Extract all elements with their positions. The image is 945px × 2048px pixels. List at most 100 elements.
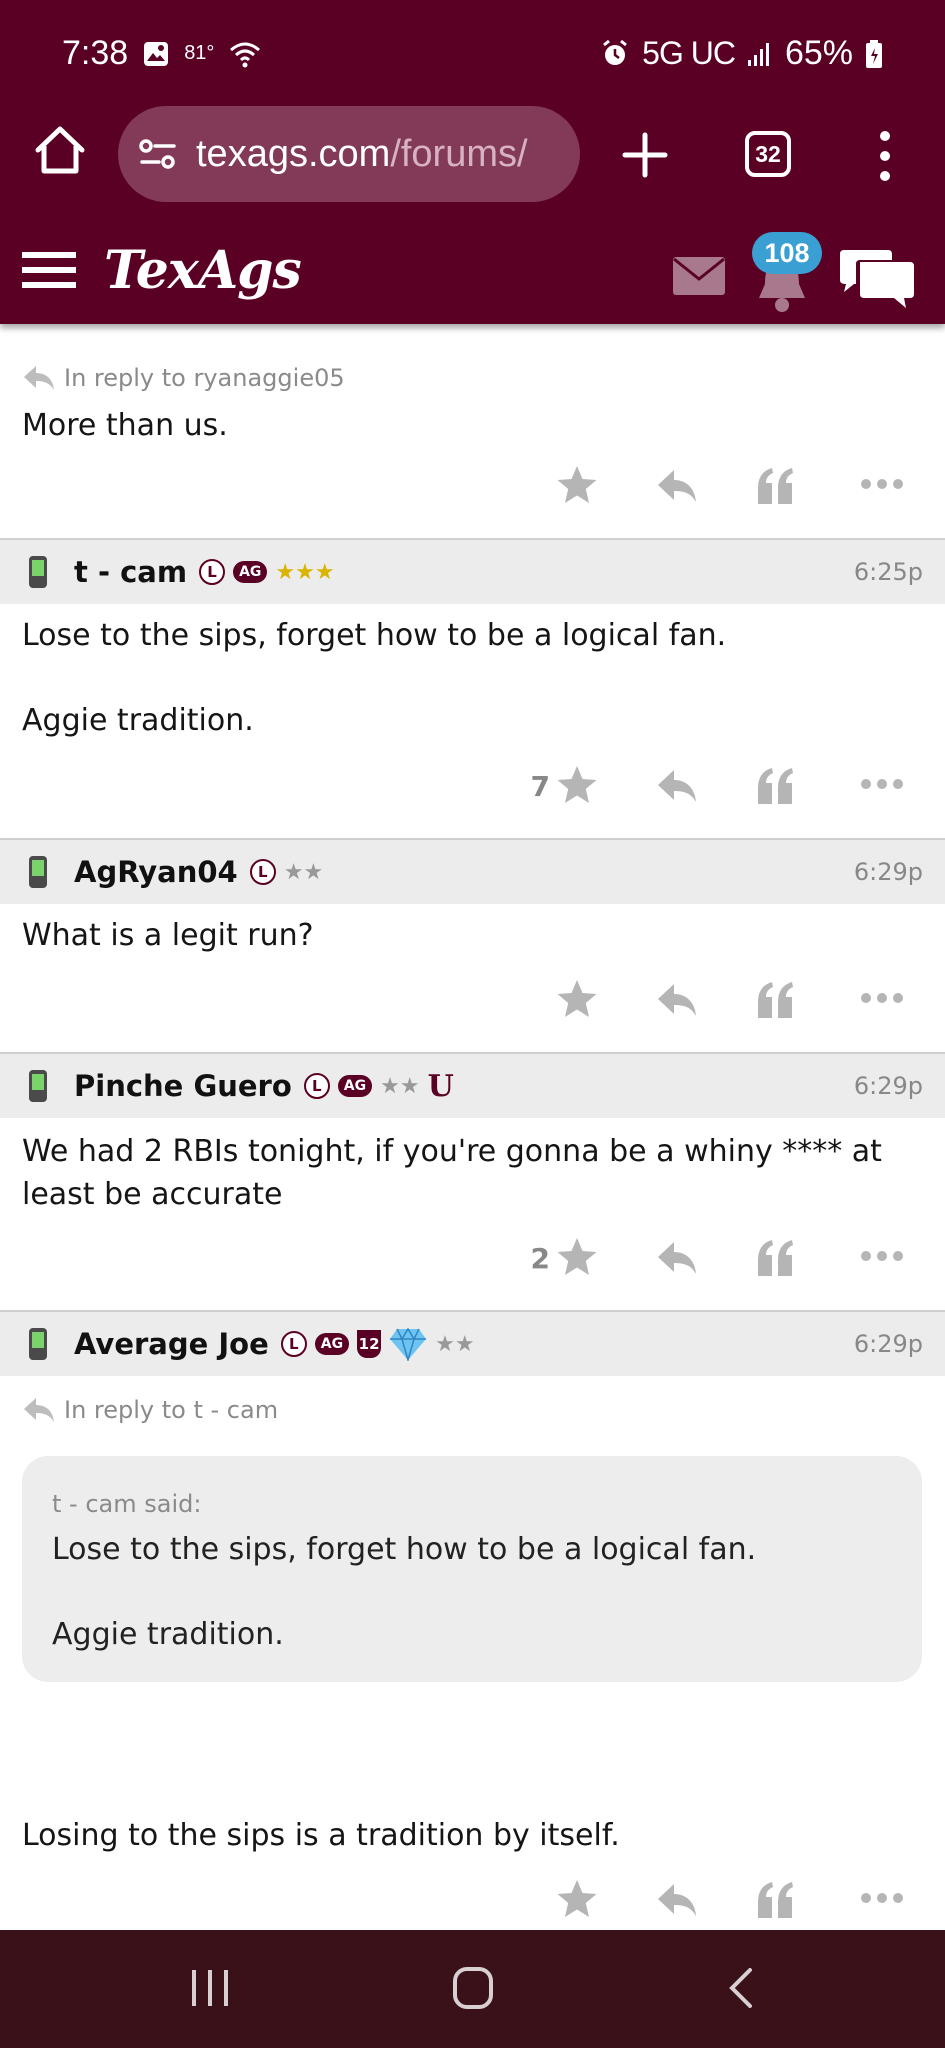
- phone-icon: [29, 856, 47, 888]
- status-right: 5G UC 65%: [600, 34, 883, 73]
- reply-icon: [24, 366, 54, 390]
- lifetime-badge: L: [280, 1331, 307, 1357]
- reply-icon[interactable]: [656, 1882, 698, 1918]
- more-icon[interactable]: [860, 992, 904, 1004]
- phone-icon: [29, 1328, 47, 1360]
- quote-icon[interactable]: [756, 466, 796, 506]
- rank-stars: ★★: [380, 1073, 420, 1099]
- reply-icon[interactable]: [656, 1240, 698, 1276]
- post-body-line: Lose to the sips, forget how to be a log…: [22, 618, 727, 653]
- nav-home-icon[interactable]: [452, 1966, 494, 2010]
- post-body: We had 2 RBIs tonight, if you're gonna b…: [22, 1134, 882, 1212]
- reply-icon: [24, 1398, 54, 1422]
- browser-toolbar: texags.com/forums/ 32: [0, 100, 945, 210]
- reply-icon[interactable]: [656, 768, 698, 804]
- post-time[interactable]: 6:29p: [854, 1072, 923, 1100]
- post-body: Lose to the sips, forget how to be a log…: [22, 614, 922, 742]
- post-header: Average Joe L AG 12 ★★ 6:29p: [0, 1310, 945, 1376]
- twelfth-man-badge: 12: [357, 1330, 382, 1358]
- post-body-line: Aggie tradition.: [22, 703, 254, 738]
- more-icon[interactable]: [860, 778, 904, 790]
- post-actions: 7: [520, 764, 920, 814]
- lifetime-badge: L: [199, 559, 226, 585]
- hamburger-icon[interactable]: [22, 250, 76, 290]
- address-bar[interactable]: texags.com/forums/: [118, 106, 580, 202]
- star-count: 2: [530, 1242, 550, 1275]
- system-nav-bar: [0, 1930, 945, 2048]
- back-icon[interactable]: [724, 1966, 756, 2010]
- post-body: Losing to the sips is a tradition by its…: [22, 1818, 620, 1853]
- site-header: TexAgs 108: [0, 210, 945, 324]
- star-icon[interactable]: [556, 1878, 598, 1920]
- network-type: 5G UC: [642, 35, 736, 71]
- reply-to-text: In reply to ryanaggie05: [64, 364, 345, 392]
- more-icon[interactable]: [860, 1892, 904, 1904]
- post-actions: [520, 978, 920, 1028]
- url-text[interactable]: texags.com/forums/: [196, 133, 566, 176]
- home-icon[interactable]: [32, 122, 88, 178]
- quote-icon[interactable]: [756, 766, 796, 806]
- rank-stars: ★★: [283, 859, 324, 885]
- username[interactable]: AgRyan04: [74, 855, 238, 889]
- quote-icon[interactable]: [756, 1238, 796, 1278]
- quote-text: Lose to the sips, forget how to be a log…: [52, 1528, 892, 1656]
- quote-icon[interactable]: [756, 1880, 796, 1920]
- username[interactable]: Pinche Guero: [74, 1069, 292, 1103]
- lifetime-badge: L: [303, 1073, 330, 1099]
- mail-icon[interactable]: [672, 256, 726, 296]
- status-time: 7:38: [62, 34, 129, 72]
- quote-line: Aggie tradition.: [52, 1617, 284, 1652]
- battery-icon: [866, 39, 882, 68]
- alarm-icon: [603, 39, 628, 65]
- gallery-icon: [144, 41, 169, 66]
- plus-icon[interactable]: [620, 130, 670, 180]
- chat-icon[interactable]: [840, 246, 914, 310]
- quote-block: t - cam said: Lose to the sips, forget h…: [22, 1456, 922, 1682]
- rank-stars: ★★★: [275, 559, 335, 585]
- recent-apps-icon[interactable]: [188, 1968, 232, 2008]
- post-actions: 2: [520, 1236, 920, 1286]
- username[interactable]: t - cam: [74, 555, 187, 589]
- u-badge: U: [427, 1068, 454, 1104]
- star-icon[interactable]: [556, 464, 598, 506]
- username[interactable]: Average Joe: [74, 1327, 269, 1361]
- site-settings-icon[interactable]: [138, 134, 178, 174]
- reply-to-link[interactable]: In reply to ryanaggie05: [22, 364, 345, 392]
- post-header: Pinche Guero L AG ★★ U 6:29p: [0, 1052, 945, 1118]
- reply-to-text: In reply to t - cam: [64, 1396, 279, 1424]
- star-count: 7: [530, 770, 550, 803]
- reply-icon[interactable]: [656, 982, 698, 1018]
- post-time[interactable]: 6:29p: [854, 1330, 923, 1358]
- more-vert-icon[interactable]: [870, 128, 900, 184]
- reply-icon[interactable]: [656, 468, 698, 504]
- reply-to-link[interactable]: In reply to t - cam: [22, 1396, 278, 1424]
- diamond-icon: [390, 1327, 427, 1361]
- post-header: AgRyan04 L ★★ 6:29p: [0, 838, 945, 904]
- phone-icon: [29, 556, 47, 588]
- star-icon[interactable]: [556, 764, 598, 806]
- post-actions: [520, 1878, 920, 1928]
- star-icon[interactable]: [556, 978, 598, 1020]
- quote-author: t - cam said:: [52, 1490, 202, 1518]
- star-icon[interactable]: [556, 1236, 598, 1278]
- post-actions: [520, 464, 920, 514]
- lifetime-badge: L: [249, 859, 276, 885]
- post-header: t - cam L AG ★★★ 6:25p: [0, 538, 945, 604]
- ag-badge: AG: [337, 1075, 373, 1097]
- rank-stars: ★★: [435, 1331, 475, 1357]
- url-domain: texags.com: [196, 132, 391, 175]
- tabs-button[interactable]: 32: [745, 131, 791, 177]
- post-time[interactable]: 6:29p: [854, 858, 923, 886]
- signal-icon: [747, 42, 769, 66]
- status-left: 7:38 81°: [62, 34, 262, 73]
- battery-percent: 65%: [784, 34, 853, 72]
- more-icon[interactable]: [860, 478, 904, 490]
- post-body: What is a legit run?: [22, 918, 314, 953]
- phone-icon: [29, 1070, 47, 1102]
- quote-icon[interactable]: [756, 980, 796, 1020]
- post-time[interactable]: 6:25p: [854, 558, 923, 586]
- notification-badge[interactable]: 108: [752, 232, 822, 274]
- more-icon[interactable]: [860, 1250, 904, 1262]
- thread-content[interactable]: In reply to ryanaggie05 More than us. t …: [0, 324, 945, 1930]
- site-logo[interactable]: TexAgs: [104, 240, 302, 301]
